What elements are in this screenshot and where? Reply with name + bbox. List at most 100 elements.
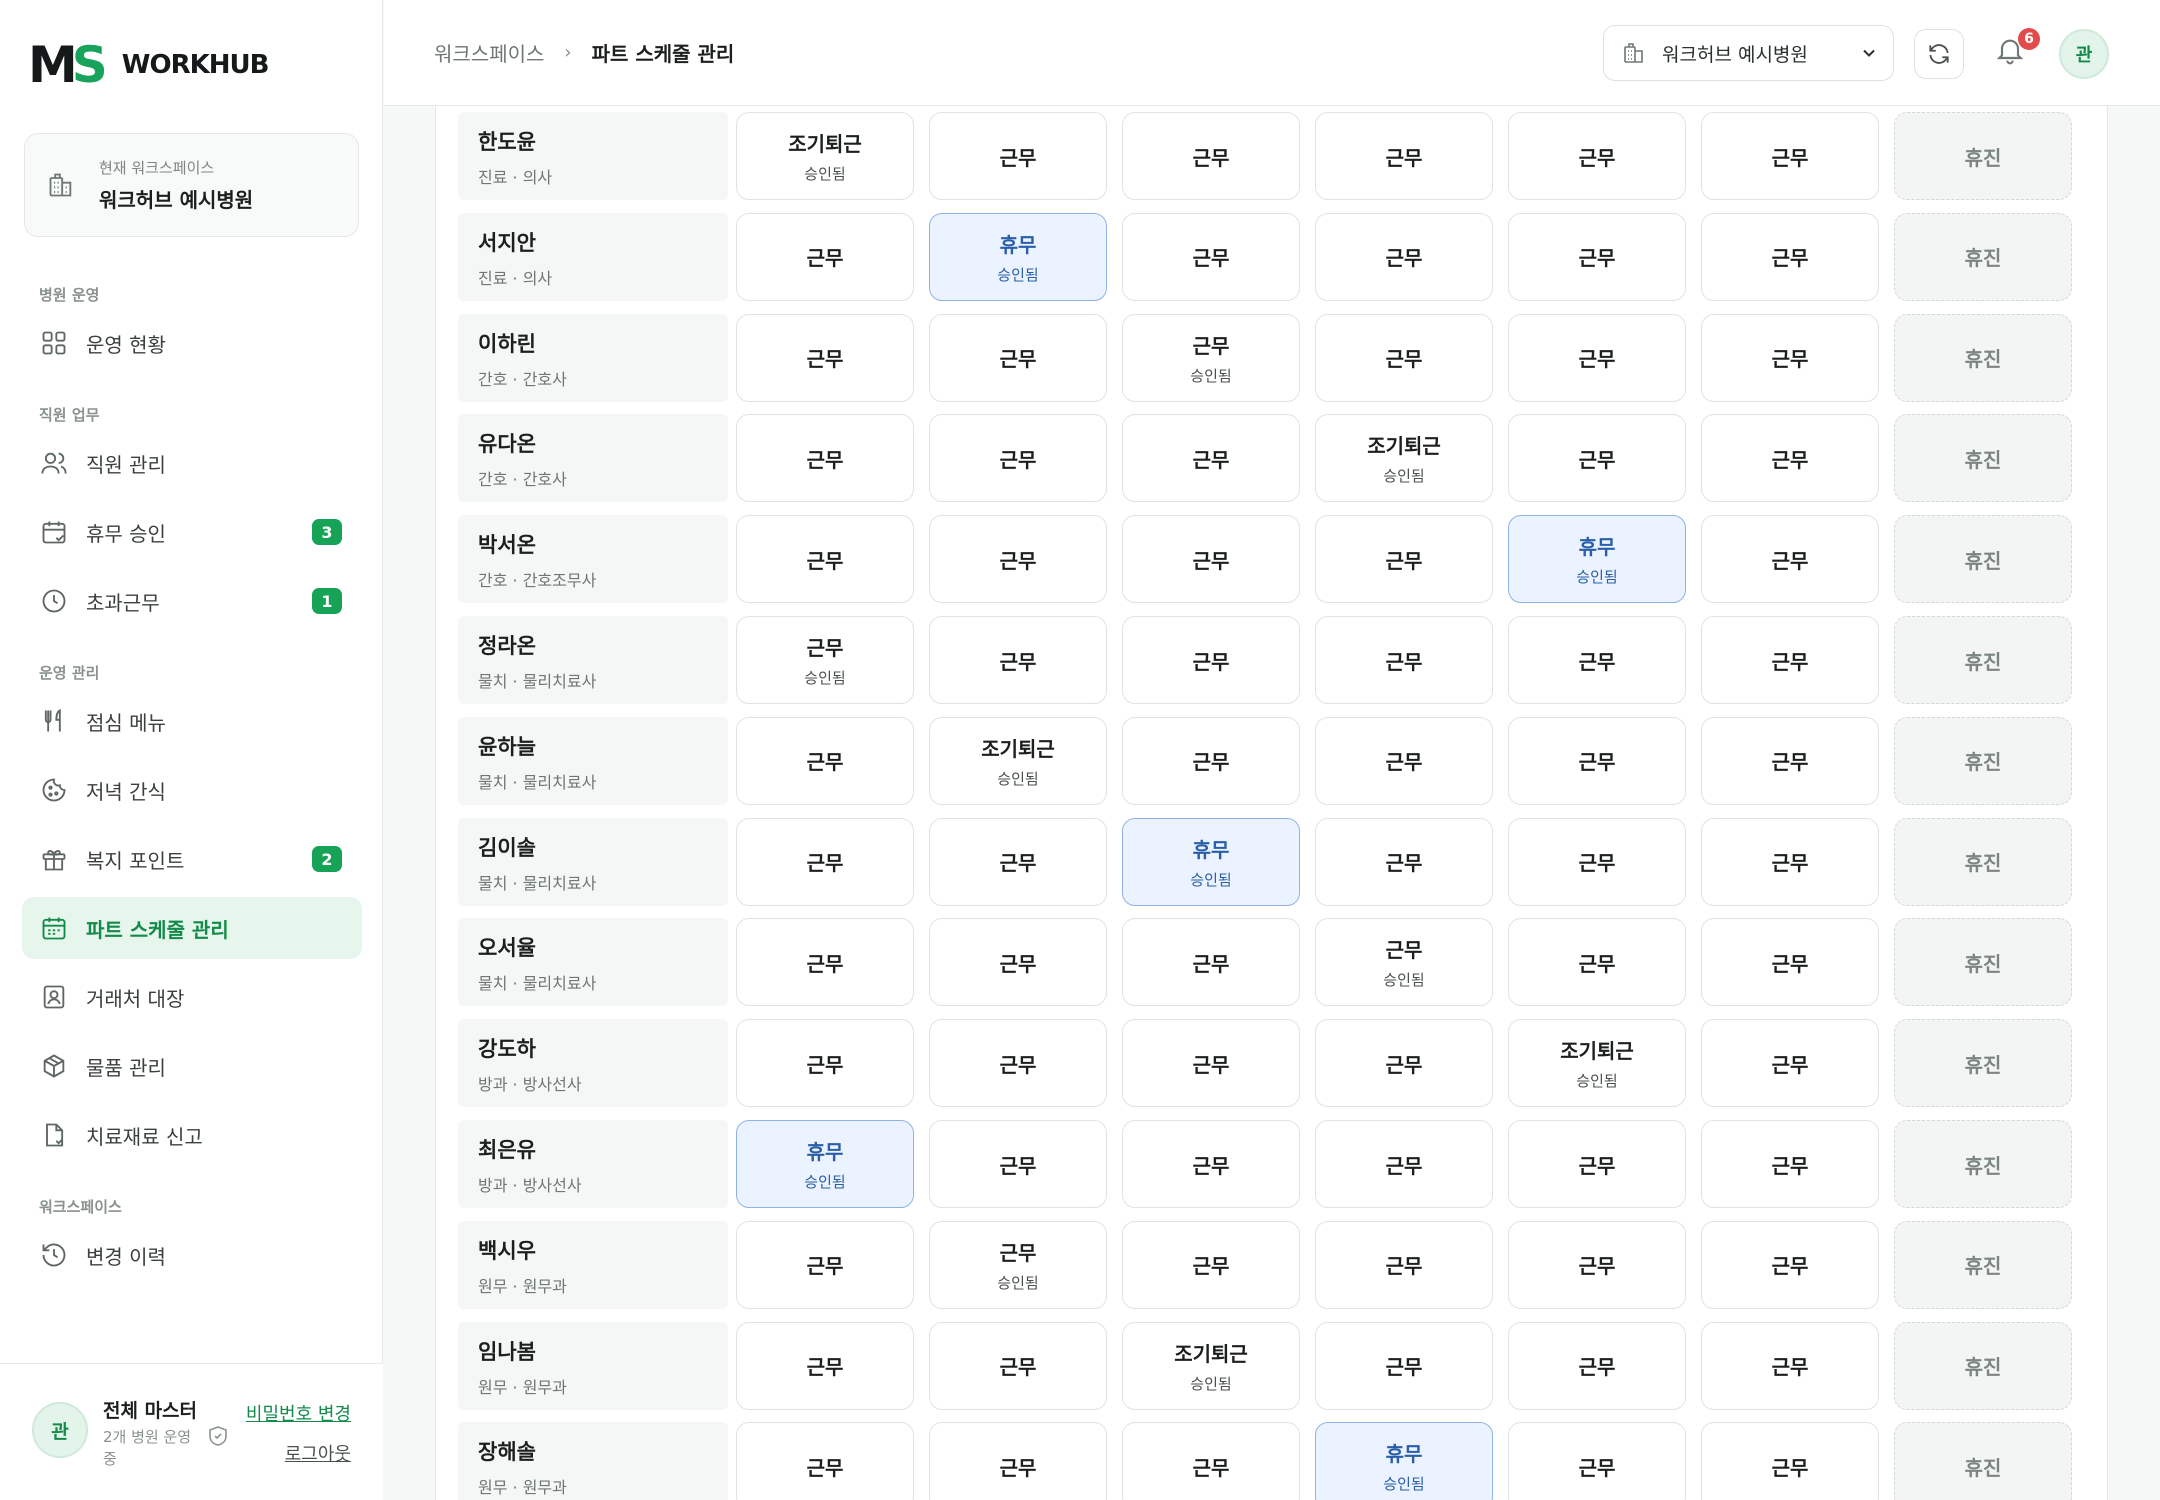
shift-cell-work[interactable]: 근무 bbox=[736, 1321, 914, 1410]
shift-cell-work[interactable]: 근무 bbox=[1122, 918, 1300, 1007]
shift-cell-work[interactable]: 근무 bbox=[1315, 1120, 1493, 1208]
shift-cell-work[interactable]: 근무 bbox=[929, 1321, 1107, 1410]
shift-cell-work[interactable]: 근무 bbox=[1315, 716, 1493, 805]
shift-cell-work[interactable]: 근무 bbox=[929, 313, 1107, 402]
app-logo[interactable]: M S WORKHUB bbox=[28, 40, 269, 90]
shift-cell-early-leave[interactable]: 조기퇴근 승인됨 bbox=[736, 112, 914, 200]
shift-cell-work[interactable]: 근무 bbox=[736, 716, 914, 805]
shift-cell-work[interactable]: 근무 bbox=[1122, 1422, 1300, 1500]
shift-cell-early-leave[interactable]: 조기퇴근 승인됨 bbox=[929, 716, 1107, 805]
sidebar-item-vendors[interactable]: 거래처 대장 bbox=[22, 966, 362, 1028]
shift-cell-work[interactable]: 근무 bbox=[736, 414, 914, 503]
shift-cell-work[interactable]: 근무 bbox=[1701, 1120, 1879, 1208]
shift-cell-work[interactable]: 근무 bbox=[736, 1220, 914, 1309]
sidebar-item-overtime[interactable]: 초과근무 1 bbox=[22, 570, 362, 632]
shift-cell-work[interactable]: 근무 bbox=[1701, 1019, 1879, 1108]
shift-cell-work-approved[interactable]: 근무 승인됨 bbox=[1315, 918, 1493, 1007]
avatar[interactable]: 관 bbox=[32, 1402, 88, 1458]
shift-cell-work[interactable]: 근무 bbox=[736, 817, 914, 906]
shift-cell-closed[interactable]: 휴진 bbox=[1894, 112, 2072, 200]
shift-cell-work[interactable]: 근무 bbox=[1701, 716, 1879, 805]
shift-cell-work[interactable]: 근무 bbox=[1315, 112, 1493, 200]
shift-cell-closed[interactable]: 휴진 bbox=[1894, 515, 2072, 604]
shift-cell-work[interactable]: 근무 bbox=[736, 212, 914, 301]
sidebar-item-evening-snack[interactable]: 저녁 간식 bbox=[22, 759, 362, 821]
shift-cell-work[interactable]: 근무 bbox=[736, 1422, 914, 1500]
shift-cell-work[interactable]: 근무 bbox=[1315, 212, 1493, 301]
shift-cell-work[interactable]: 근무 bbox=[736, 515, 914, 604]
shift-cell-work[interactable]: 근무 bbox=[929, 1120, 1107, 1208]
shift-cell-closed[interactable]: 휴진 bbox=[1894, 918, 2072, 1007]
shift-cell-work[interactable]: 근무 bbox=[736, 918, 914, 1007]
shift-cell-work[interactable]: 근무 bbox=[1122, 1120, 1300, 1208]
shift-cell-work[interactable]: 근무 bbox=[1701, 1321, 1879, 1410]
logout-link[interactable]: 로그아웃 bbox=[285, 1440, 351, 1466]
shift-cell-work[interactable]: 근무 bbox=[929, 515, 1107, 604]
shift-cell-work[interactable]: 근무 bbox=[1315, 515, 1493, 604]
shift-cell-work[interactable]: 근무 bbox=[736, 313, 914, 402]
sidebar-item-change-history[interactable]: 변경 이력 bbox=[22, 1224, 362, 1286]
shift-cell-work[interactable]: 근무 bbox=[1508, 716, 1686, 805]
shift-cell-work[interactable]: 근무 bbox=[1315, 1220, 1493, 1309]
sidebar-item-welfare-points[interactable]: 복지 포인트 2 bbox=[22, 828, 362, 890]
shift-cell-closed[interactable]: 휴진 bbox=[1894, 1220, 2072, 1309]
shift-cell-work-approved[interactable]: 근무 승인됨 bbox=[929, 1220, 1107, 1309]
shift-cell-leave[interactable]: 휴무 승인됨 bbox=[1122, 817, 1300, 906]
shift-cell-leave[interactable]: 휴무 승인됨 bbox=[736, 1120, 914, 1208]
shift-cell-work[interactable]: 근무 bbox=[1701, 112, 1879, 200]
shift-cell-work-approved[interactable]: 근무 승인됨 bbox=[736, 616, 914, 704]
sidebar-item-leave-approval[interactable]: 휴무 승인 3 bbox=[22, 501, 362, 563]
shift-cell-work[interactable]: 근무 bbox=[1701, 313, 1879, 402]
sidebar-item-supplies[interactable]: 물품 관리 bbox=[22, 1035, 362, 1097]
shift-cell-work-approved[interactable]: 근무 승인됨 bbox=[1122, 313, 1300, 402]
shift-cell-work[interactable]: 근무 bbox=[1701, 212, 1879, 301]
shift-cell-work[interactable]: 근무 bbox=[1701, 817, 1879, 906]
shift-cell-work[interactable]: 근무 bbox=[1508, 414, 1686, 503]
shift-cell-leave[interactable]: 휴무 승인됨 bbox=[929, 212, 1107, 301]
shift-cell-work[interactable]: 근무 bbox=[1508, 616, 1686, 704]
shift-cell-work[interactable]: 근무 bbox=[1508, 1422, 1686, 1500]
shift-cell-work[interactable]: 근무 bbox=[1701, 918, 1879, 1007]
sidebar-item-dashboard[interactable]: 운영 현황 bbox=[22, 312, 362, 374]
shift-cell-leave[interactable]: 휴무 승인됨 bbox=[1315, 1422, 1493, 1500]
shift-cell-work[interactable]: 근무 bbox=[1701, 616, 1879, 704]
notifications-button[interactable]: 6 bbox=[1994, 28, 2040, 70]
avatar[interactable]: 관 bbox=[2059, 29, 2109, 79]
sidebar-item-materials-report[interactable]: 치료재료 신고 bbox=[22, 1104, 362, 1166]
shift-cell-work[interactable]: 근무 bbox=[1315, 817, 1493, 906]
change-password-link[interactable]: 비밀번호 변경 bbox=[246, 1400, 351, 1426]
shift-cell-closed[interactable]: 휴진 bbox=[1894, 1321, 2072, 1410]
shift-cell-work[interactable]: 근무 bbox=[1701, 414, 1879, 503]
shift-cell-work[interactable]: 근무 bbox=[929, 1422, 1107, 1500]
shift-cell-work[interactable]: 근무 bbox=[1122, 1220, 1300, 1309]
shift-cell-closed[interactable]: 휴진 bbox=[1894, 616, 2072, 704]
shift-cell-work[interactable]: 근무 bbox=[1315, 616, 1493, 704]
shift-cell-work[interactable]: 근무 bbox=[1122, 515, 1300, 604]
shift-cell-work[interactable]: 근무 bbox=[1508, 1321, 1686, 1410]
shift-cell-closed[interactable]: 휴진 bbox=[1894, 1120, 2072, 1208]
shift-cell-work[interactable]: 근무 bbox=[1508, 1120, 1686, 1208]
shift-cell-work[interactable]: 근무 bbox=[1508, 817, 1686, 906]
shift-cell-work[interactable]: 근무 bbox=[1701, 515, 1879, 604]
shift-cell-work[interactable]: 근무 bbox=[1122, 616, 1300, 704]
shift-cell-leave[interactable]: 휴무 승인됨 bbox=[1508, 515, 1686, 604]
shift-cell-work[interactable]: 근무 bbox=[1508, 112, 1686, 200]
shift-cell-closed[interactable]: 휴진 bbox=[1894, 313, 2072, 402]
shift-cell-work[interactable]: 근무 bbox=[1508, 212, 1686, 301]
shift-cell-work[interactable]: 근무 bbox=[929, 1019, 1107, 1108]
shift-cell-work[interactable]: 근무 bbox=[1122, 112, 1300, 200]
shift-cell-early-leave[interactable]: 조기퇴근 승인됨 bbox=[1315, 414, 1493, 503]
shift-cell-closed[interactable]: 휴진 bbox=[1894, 212, 2072, 301]
shift-cell-work[interactable]: 근무 bbox=[1315, 1019, 1493, 1108]
shift-cell-closed[interactable]: 휴진 bbox=[1894, 414, 2072, 503]
shift-cell-work[interactable]: 근무 bbox=[1508, 1220, 1686, 1309]
shift-cell-work[interactable]: 근무 bbox=[1508, 918, 1686, 1007]
shift-cell-work[interactable]: 근무 bbox=[1701, 1220, 1879, 1309]
sidebar-item-lunch-menu[interactable]: 점심 메뉴 bbox=[22, 690, 362, 752]
shift-cell-work[interactable]: 근무 bbox=[929, 616, 1107, 704]
shift-cell-work[interactable]: 근무 bbox=[1122, 716, 1300, 805]
shift-cell-closed[interactable]: 휴진 bbox=[1894, 817, 2072, 906]
shift-cell-closed[interactable]: 휴진 bbox=[1894, 716, 2072, 805]
shift-cell-work[interactable]: 근무 bbox=[1315, 1321, 1493, 1410]
sidebar-item-part-schedule[interactable]: 파트 스케줄 관리 bbox=[22, 897, 362, 959]
